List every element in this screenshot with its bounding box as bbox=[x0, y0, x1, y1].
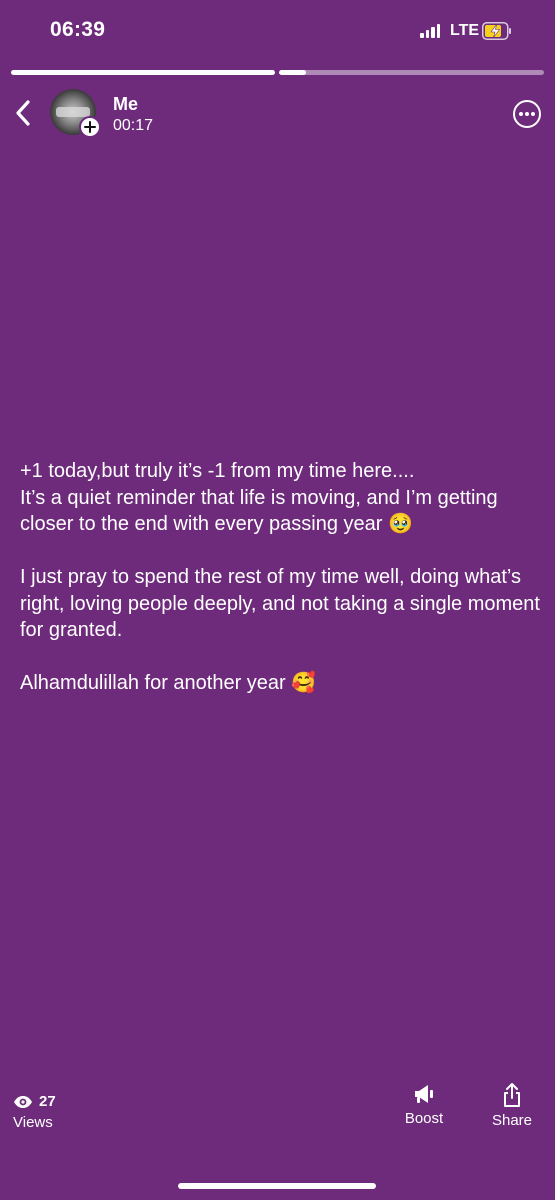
status-time: 06:39 bbox=[50, 18, 106, 41]
views-label: Views bbox=[13, 1114, 53, 1131]
plus-icon[interactable] bbox=[79, 116, 101, 138]
share-button[interactable]: Share bbox=[487, 1082, 537, 1129]
story-progress-segment-2 bbox=[279, 70, 544, 75]
boost-button[interactable]: Boost bbox=[398, 1082, 450, 1127]
network-type: LTE bbox=[450, 22, 480, 39]
status-text: +1 today,but truly it’s -1 from my time … bbox=[20, 458, 540, 697]
status-line-4: Alhamdulillah for another year 🥰 bbox=[20, 672, 317, 694]
status-line-1: +1 today,but truly it’s -1 from my time … bbox=[20, 460, 415, 482]
more-horizontal-icon[interactable] bbox=[512, 99, 542, 129]
views-counter[interactable]: 27 Views bbox=[13, 1093, 73, 1131]
story-progress-fill bbox=[279, 70, 306, 75]
battery-charging-icon bbox=[482, 22, 511, 40]
status-line-2: It’s a quiet reminder that life is movin… bbox=[20, 486, 498, 536]
share-label: Share bbox=[491, 1112, 533, 1129]
eye-icon bbox=[14, 1095, 32, 1108]
status-line-3: I just pray to spend the rest of my time… bbox=[20, 566, 540, 641]
chevron-left-icon[interactable] bbox=[12, 98, 36, 128]
poster-name[interactable]: Me bbox=[113, 94, 138, 115]
post-elapsed-time: 00:17 bbox=[113, 117, 154, 134]
megaphone-icon bbox=[415, 1085, 433, 1103]
boost-label: Boost bbox=[404, 1110, 444, 1127]
story-progress-segment-1 bbox=[11, 70, 275, 75]
signal-bars-icon bbox=[420, 24, 440, 38]
views-count: 27 bbox=[39, 1093, 56, 1110]
share-icon bbox=[504, 1083, 520, 1107]
home-indicator[interactable] bbox=[178, 1183, 376, 1189]
